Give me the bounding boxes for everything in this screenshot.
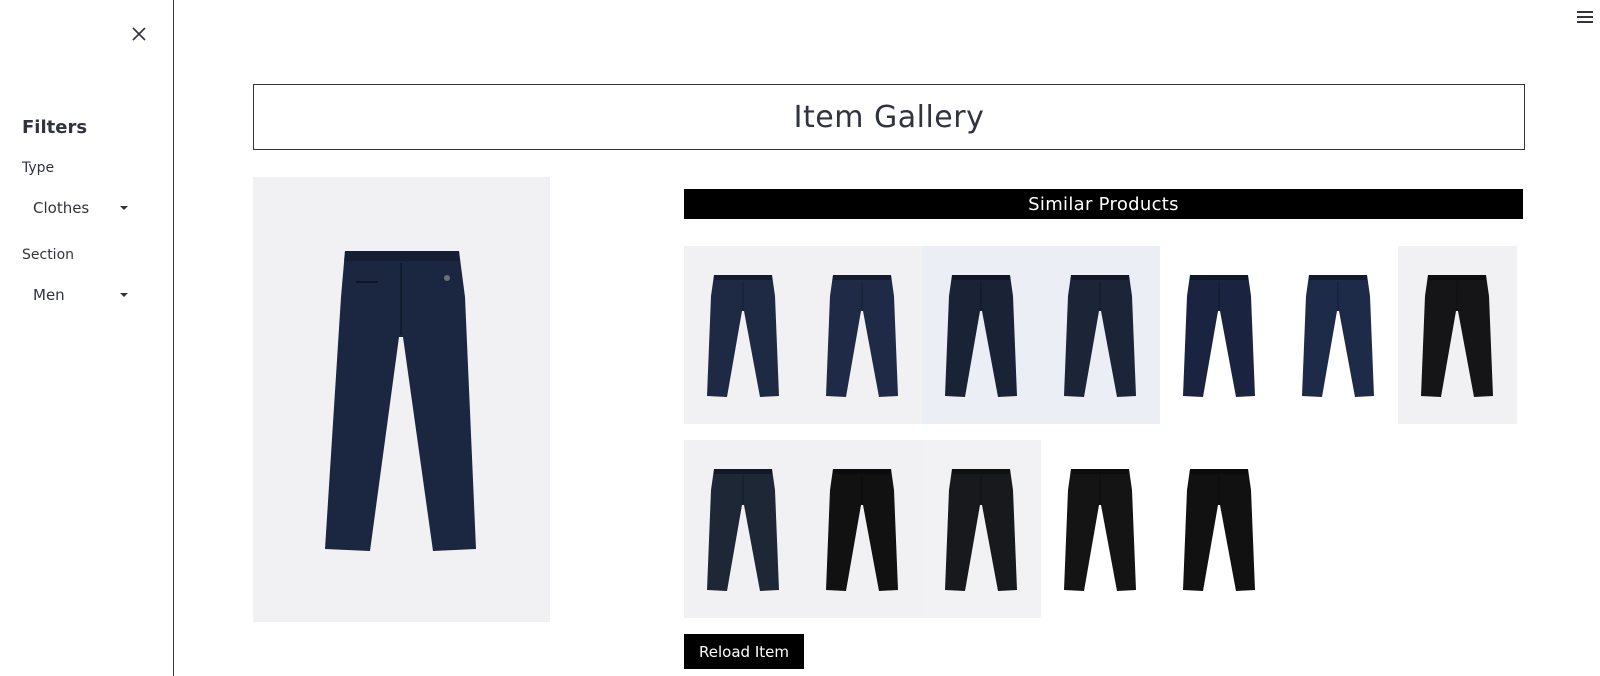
similar-product-thumbnail[interactable] [1279, 246, 1398, 424]
similar-product-thumbnail[interactable] [803, 440, 922, 618]
similar-product-thumbnail[interactable] [922, 440, 1041, 618]
type-label: Type [22, 160, 55, 176]
section-select[interactable]: Men [22, 276, 140, 314]
trousers-icon [325, 251, 476, 551]
similar-product-thumbnail[interactable] [1160, 440, 1279, 618]
sidebar: Filters Type Clothes Section Men [0, 0, 174, 676]
similar-product-thumbnail[interactable] [1160, 246, 1279, 424]
similar-product-thumbnail[interactable] [803, 246, 922, 424]
main-product-image [253, 177, 550, 622]
filters-title: Filters [22, 117, 88, 138]
close-sidebar-button[interactable] [129, 24, 149, 44]
similar-products-header: Similar Products [684, 189, 1523, 219]
hamburger-menu-icon[interactable] [1577, 11, 1593, 25]
trousers-icon [707, 469, 779, 591]
similar-product-thumbnail[interactable] [1041, 246, 1160, 424]
close-icon [132, 27, 146, 41]
page-title: Item Gallery [793, 99, 985, 135]
similar-product-thumbnail[interactable] [1398, 246, 1517, 424]
type-select[interactable]: Clothes [22, 189, 140, 227]
reload-item-button[interactable]: Reload Item [684, 634, 804, 669]
trousers-icon [1064, 469, 1136, 591]
trousers-icon [1183, 275, 1255, 397]
similar-products-title: Similar Products [1028, 193, 1179, 215]
trousers-icon [826, 275, 898, 397]
similar-product-thumbnail[interactable] [684, 440, 803, 618]
type-select-value: Clothes [33, 199, 90, 217]
similar-product-thumbnail[interactable] [684, 246, 803, 424]
similar-product-thumbnail[interactable] [1041, 440, 1160, 618]
section-label: Section [22, 247, 75, 263]
trousers-icon [1421, 275, 1493, 397]
trousers-icon [945, 469, 1017, 591]
trousers-icon [707, 275, 779, 397]
chevron-down-icon [120, 206, 128, 210]
gallery-header: Item Gallery [253, 84, 1525, 150]
section-select-value: Men [33, 286, 65, 304]
trousers-icon [1183, 469, 1255, 591]
trousers-icon [1064, 275, 1136, 397]
similar-product-thumbnail[interactable] [922, 246, 1041, 424]
trousers-icon [1302, 275, 1374, 397]
chevron-down-icon [120, 293, 128, 297]
trousers-icon [826, 469, 898, 591]
trousers-icon [945, 275, 1017, 397]
